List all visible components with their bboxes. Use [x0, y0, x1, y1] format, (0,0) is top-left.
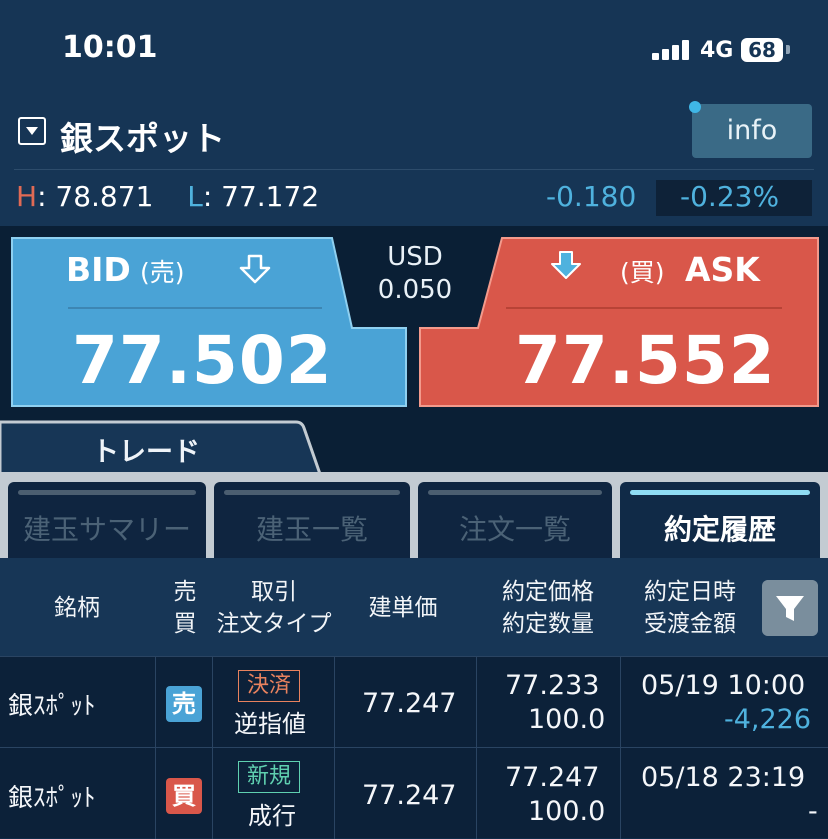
subtab-indicator — [630, 490, 810, 495]
exec-date: 05/19 10:00 — [641, 670, 806, 701]
subtab-position-summary[interactable]: 建玉サマリー — [8, 482, 206, 558]
side-badge: 売 — [166, 686, 202, 722]
tab-trade-label: トレード — [92, 437, 200, 468]
subtab-indicator — [18, 490, 196, 495]
subtab-position-list[interactable]: 建玉一覧 — [214, 482, 410, 558]
col-side-line1: 売 — [173, 579, 197, 605]
subtab-label: 注文一覧 — [458, 513, 571, 546]
col-symbol: 銘柄 — [54, 595, 100, 621]
info-button[interactable]: info — [692, 104, 812, 158]
subtab-execution-history[interactable]: 約定履歴 — [620, 482, 820, 558]
ask-price[interactable]: 77.552 — [515, 322, 776, 399]
col-date-line1: 約定日時 — [644, 579, 736, 605]
instrument-name[interactable]: 銀スポット — [60, 112, 225, 160]
trade-type-tag: 決済 — [238, 670, 301, 702]
filter-icon[interactable] — [762, 580, 818, 636]
open-price: 77.247 — [362, 688, 457, 719]
spread-display: USD 0.050 — [340, 241, 490, 307]
row-symbol: 銀ｽﾎﾟｯﾄ — [8, 783, 96, 812]
col-date: 約定日時 受渡金額 — [622, 576, 758, 640]
high-low: H: 78.871 L: 77.172 — [16, 180, 319, 213]
signal-icon — [652, 40, 692, 60]
high-value: 78.871 — [55, 180, 154, 213]
col-exec-line1: 約定価格 — [502, 579, 594, 605]
low-value: 77.172 — [221, 180, 320, 213]
subtab-label: 建玉サマリー — [22, 513, 191, 546]
exec-quantity: 100.0 — [528, 796, 606, 827]
subtab-label: 約定履歴 — [663, 513, 776, 546]
spread-currency: USD — [387, 242, 443, 272]
notification-dot-icon — [689, 101, 701, 113]
high-sep: : — [37, 180, 56, 213]
order-type: 成行 — [248, 802, 296, 830]
ask-label: ASK — [685, 250, 760, 289]
exec-quantity: 100.0 — [528, 704, 606, 735]
side-badge: 買 — [166, 778, 202, 814]
battery-icon: 68 — [741, 38, 783, 62]
bid-sub-label: (売) — [140, 258, 185, 287]
exec-price: 77.233 — [505, 670, 600, 701]
network-type: 4G — [700, 38, 734, 63]
trade-type-tag: 新規 — [238, 761, 301, 793]
low-label: L — [187, 180, 203, 213]
ask-sub-label: (買) — [620, 258, 665, 287]
exec-date: 05/18 23:19 — [641, 762, 806, 793]
battery-tip — [786, 45, 790, 54]
subtab-indicator — [428, 490, 602, 495]
col-side: 売 買 — [160, 576, 210, 640]
change-value: -0.180 — [546, 180, 637, 213]
col-exec-line2: 約定数量 — [502, 611, 594, 637]
low-sep: : — [202, 180, 222, 213]
spread-value: 0.050 — [377, 275, 453, 305]
dropdown-icon[interactable] — [18, 117, 46, 145]
subtab-indicator — [224, 490, 400, 495]
change-pct: -0.23% — [680, 180, 780, 213]
high-label: H — [16, 180, 38, 213]
col-divider — [155, 656, 156, 839]
exec-price: 77.247 — [505, 762, 600, 793]
col-open-price: 建単価 — [368, 595, 438, 621]
col-divider — [334, 656, 335, 839]
open-price: 77.247 — [362, 780, 457, 811]
bid-label: BID — [66, 250, 131, 289]
row-symbol: 銀ｽﾎﾟｯﾄ — [8, 691, 96, 720]
col-type-line2: 注文タイプ — [216, 611, 332, 637]
col-date-line2: 受渡金額 — [644, 611, 736, 637]
col-divider — [476, 656, 477, 839]
col-side-line2: 買 — [173, 611, 197, 637]
subtab-label: 建玉一覧 — [255, 513, 368, 546]
divider — [14, 169, 814, 170]
order-type: 逆指値 — [234, 710, 306, 738]
col-divider — [620, 656, 621, 839]
col-divider — [212, 656, 213, 839]
settle-amount: -4,226 — [724, 704, 812, 735]
status-time: 10:01 — [62, 30, 158, 65]
settle-amount: - — [808, 796, 818, 827]
bid-price[interactable]: 77.502 — [72, 322, 333, 399]
col-exec: 約定価格 約定数量 — [480, 576, 616, 640]
subtab-order-list[interactable]: 注文一覧 — [418, 482, 612, 558]
col-type: 取引 注文タイプ — [212, 576, 336, 640]
col-type-line1: 取引 — [251, 579, 297, 605]
